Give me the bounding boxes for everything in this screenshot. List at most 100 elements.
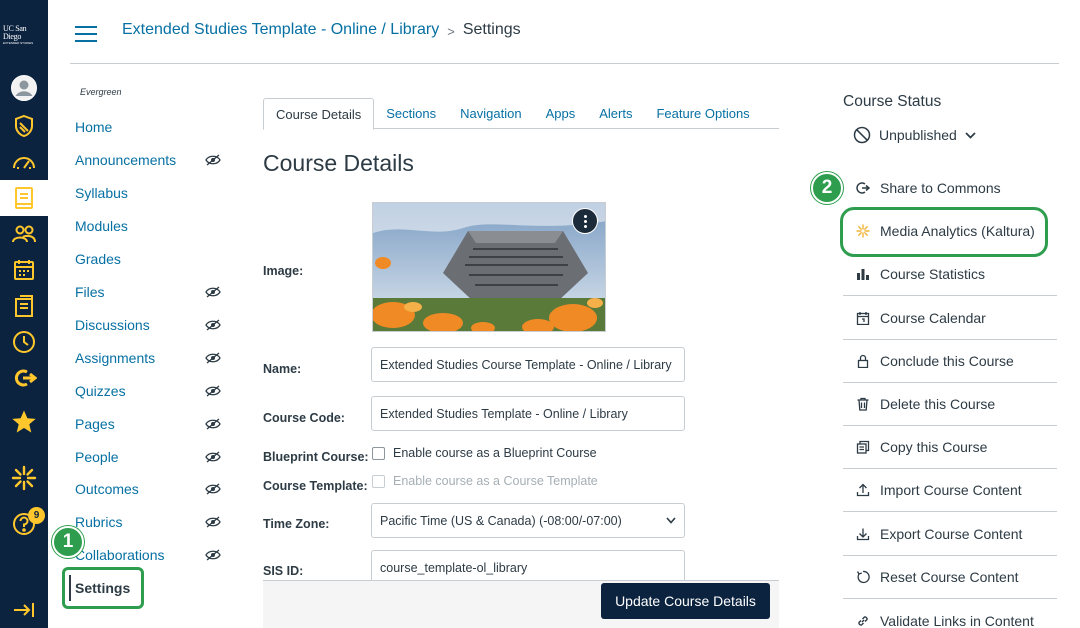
publish-state-label: Unpublished — [879, 127, 957, 143]
course-template-label: Course Template: — [263, 479, 368, 493]
lock-icon — [855, 353, 871, 369]
course-template-checkbox: Enable course as a Course Template — [372, 474, 598, 488]
hidden-eye-icon — [205, 549, 221, 561]
hidden-eye-icon — [205, 451, 221, 463]
validate-links-link[interactable]: Validate Links in Content — [843, 599, 1057, 628]
copy-course-link[interactable]: Copy this Course — [843, 426, 1057, 469]
calendar-icon[interactable] — [0, 252, 48, 288]
course-code-input[interactable]: Extended Studies Template - Online / Lib… — [371, 396, 685, 431]
tab-navigation[interactable]: Navigation — [448, 98, 533, 129]
course-nav-settings[interactable]: Settings — [62, 567, 144, 609]
download-icon — [855, 526, 871, 542]
trash-icon — [855, 396, 871, 412]
export-course-content-link[interactable]: Export Course Content — [843, 513, 1057, 556]
course-nav-syllabus[interactable]: Syllabus — [75, 181, 225, 205]
stats-icon — [855, 266, 871, 282]
course-calendar-link[interactable]: Course Calendar — [843, 297, 1057, 340]
hidden-eye-icon — [205, 319, 221, 331]
kaltura-icon[interactable] — [0, 460, 48, 496]
history-icon[interactable] — [0, 324, 48, 360]
course-nav-people[interactable]: People — [75, 445, 225, 469]
step-badge-2: 2 — [811, 172, 843, 204]
tab-feature-options[interactable]: Feature Options — [644, 98, 761, 129]
course-nav-quizzes[interactable]: Quizzes — [75, 379, 225, 403]
course-name-input[interactable]: Extended Studies Course Template - Onlin… — [371, 347, 685, 382]
hidden-eye-icon — [205, 154, 221, 166]
blueprint-checkbox-label: Enable course as a Blueprint Course — [393, 446, 597, 460]
unpublished-icon — [853, 126, 871, 144]
settings-tabs: Course Details Sections Navigation Apps … — [263, 98, 779, 130]
reset-icon — [855, 569, 871, 585]
logo-subtitle: EXTENDED STUDIES — [3, 41, 34, 45]
help-icon[interactable]: 9 — [0, 506, 48, 542]
image-label: Image: — [263, 264, 304, 278]
time-zone-select[interactable]: Pacific Time (US & Canada) (-08:00/-07:0… — [371, 503, 685, 538]
media-analytics-kaltura-link[interactable]: Media Analytics (Kaltura) — [843, 209, 1057, 252]
publish-state-dropdown[interactable]: Unpublished — [853, 126, 984, 144]
name-label: Name: — [263, 362, 302, 376]
course-nav-assignments[interactable]: Assignments — [75, 346, 225, 370]
share-to-commons-link[interactable]: Share to Commons — [843, 166, 1057, 209]
header-divider — [70, 63, 1059, 64]
course-nav-files[interactable]: Files — [75, 280, 225, 304]
checkbox-box[interactable] — [372, 446, 385, 460]
course-image[interactable] — [372, 202, 606, 332]
course-nav-announcements[interactable]: Announcements — [75, 148, 225, 172]
breadcrumb-current: Settings — [462, 20, 521, 38]
hidden-eye-icon — [205, 286, 221, 298]
course-nav-grades[interactable]: Grades — [75, 247, 225, 271]
commons-icon[interactable] — [0, 360, 48, 396]
tab-sections[interactable]: Sections — [374, 98, 448, 129]
blueprint-checkbox[interactable]: Enable course as a Blueprint Course — [372, 446, 597, 460]
course-nav-pages[interactable]: Pages — [75, 412, 225, 436]
dashboard-icon[interactable] — [0, 144, 48, 180]
blueprint-label: Blueprint Course: — [263, 450, 369, 464]
hidden-eye-icon — [205, 385, 221, 397]
image-options-menu-icon[interactable] — [572, 208, 598, 234]
kaltura-icon — [855, 223, 871, 239]
course-nav-home[interactable]: Home — [75, 115, 225, 139]
course-nav-rubrics[interactable]: Rubrics — [75, 510, 225, 534]
tab-apps[interactable]: Apps — [534, 98, 588, 129]
star-icon[interactable] — [0, 404, 48, 440]
link-icon — [855, 613, 871, 628]
course-menu-toggle[interactable] — [75, 26, 97, 42]
breadcrumb-course-link[interactable]: Extended Studies Template - Online / Lib… — [122, 21, 439, 39]
calendar-icon — [855, 310, 871, 326]
delete-course-link[interactable]: Delete this Course — [843, 383, 1057, 426]
course-nav-collaborations[interactable]: Collaborations — [75, 543, 225, 567]
tab-course-details[interactable]: Course Details — [263, 98, 375, 130]
logo-title: UC San Diego — [3, 24, 27, 41]
sis-id-label: SIS ID: — [263, 564, 304, 578]
course-statistics-link[interactable]: Course Statistics — [843, 253, 1057, 296]
institution-logo[interactable]: UC San Diego EXTENDED STUDIES — [3, 24, 45, 46]
tab-alerts[interactable]: Alerts — [587, 98, 644, 129]
copy-icon — [855, 439, 871, 455]
groups-icon[interactable] — [0, 216, 48, 252]
checkbox-box — [372, 474, 385, 488]
time-zone-value: Pacific Time (US & Canada) (-08:00/-07:0… — [380, 513, 622, 528]
reset-course-content-link[interactable]: Reset Course Content — [843, 556, 1057, 599]
update-course-details-button[interactable]: Update Course Details — [601, 583, 770, 619]
breadcrumb: Extended Studies Template - Online / Lib… — [122, 20, 521, 40]
chevron-down-icon — [965, 131, 976, 139]
course-nav-discussions[interactable]: Discussions — [75, 313, 225, 337]
breadcrumb-separator: > — [447, 24, 455, 39]
step-badge-1: 1 — [52, 526, 84, 558]
course-nav-modules[interactable]: Modules — [75, 214, 225, 238]
account-icon[interactable] — [0, 70, 48, 106]
course-template-checkbox-label: Enable course as a Course Template — [393, 474, 598, 488]
course-code-label: Course Code: — [263, 411, 345, 425]
courses-icon[interactable] — [0, 180, 48, 216]
help-badge: 9 — [28, 507, 45, 524]
course-nav-outcomes[interactable]: Outcomes — [75, 477, 225, 501]
admin-icon[interactable] — [0, 108, 48, 144]
hidden-eye-icon — [205, 483, 221, 495]
course-status-heading: Course Status — [843, 93, 942, 110]
chevron-down-icon — [666, 517, 676, 524]
conclude-course-link[interactable]: Conclude this Course — [843, 340, 1057, 383]
collapse-nav-icon[interactable] — [0, 592, 48, 628]
inbox-icon[interactable] — [0, 288, 48, 324]
import-course-content-link[interactable]: Import Course Content — [843, 469, 1057, 512]
time-zone-label: Time Zone: — [263, 517, 330, 531]
